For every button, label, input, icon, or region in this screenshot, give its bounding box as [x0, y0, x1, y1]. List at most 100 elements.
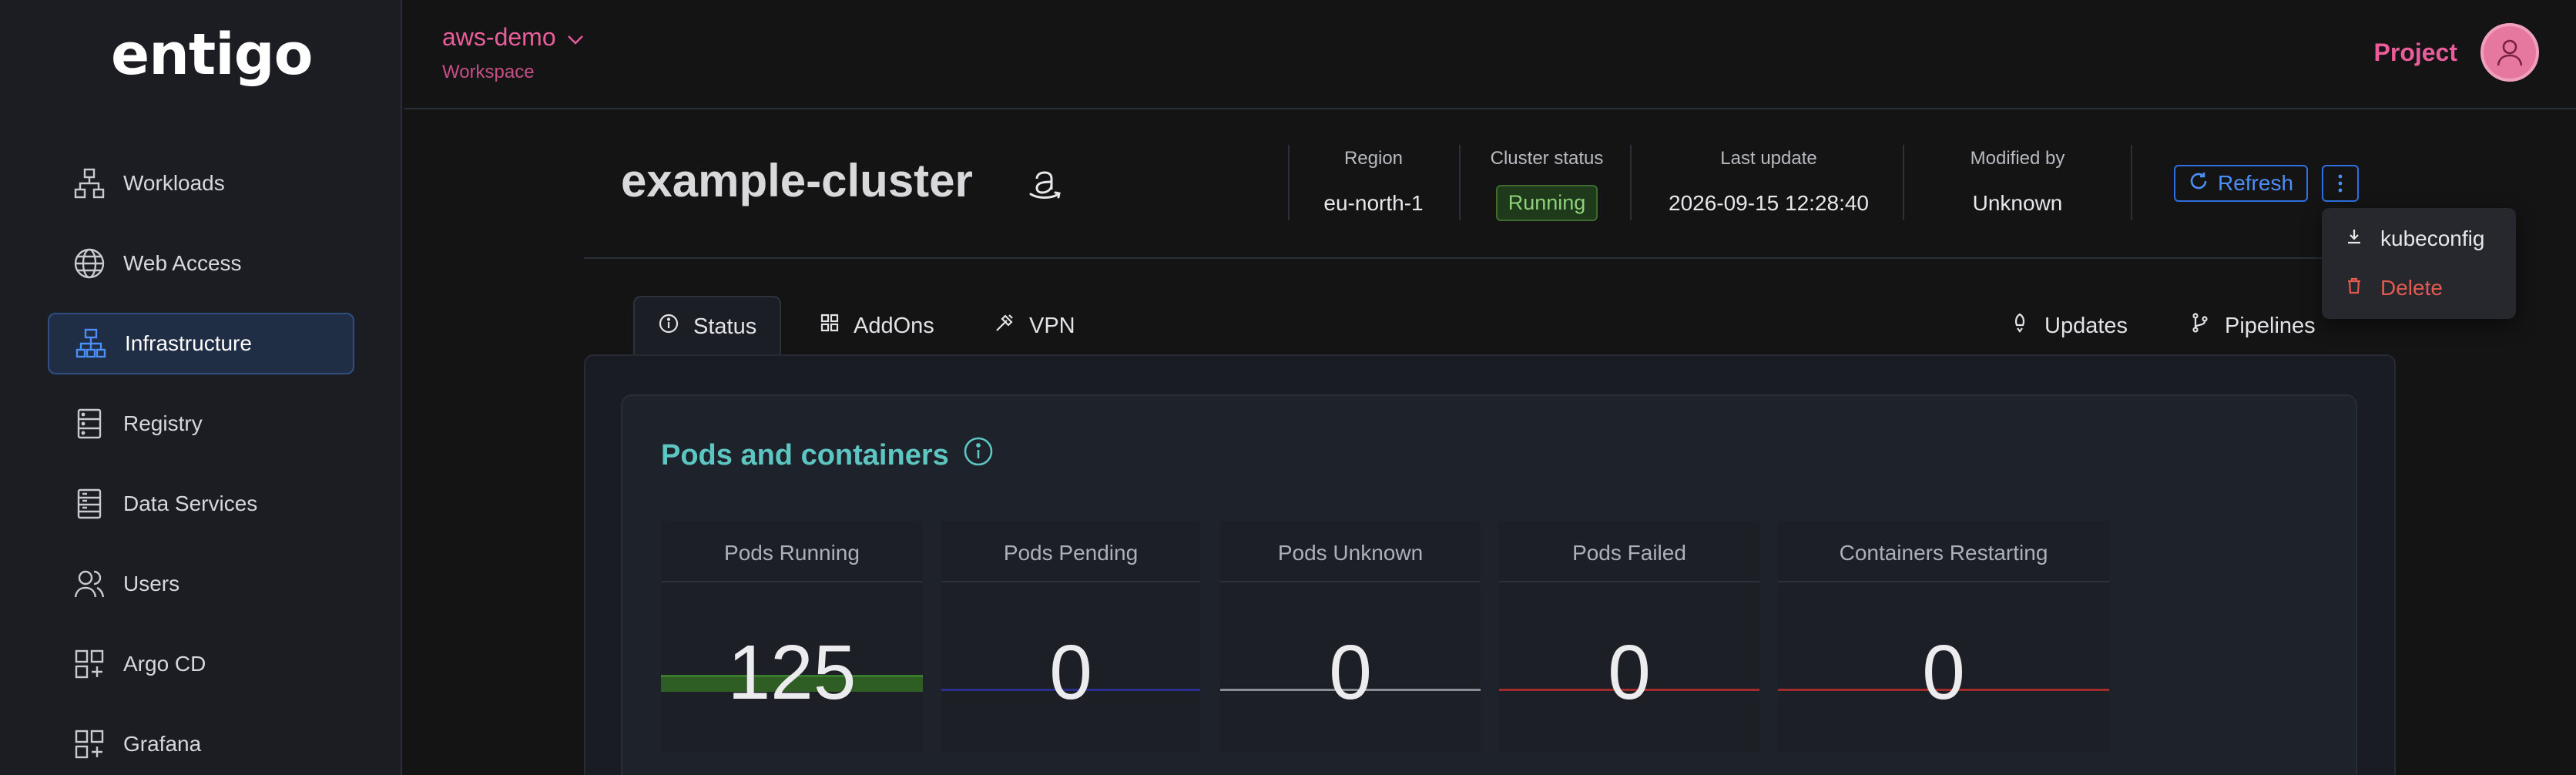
menu-item-kubeconfig[interactable]: kubeconfig [2345, 226, 2484, 251]
sidebar-item-infrastructure[interactable]: Infrastructure [48, 313, 354, 374]
divider [1630, 145, 1632, 220]
stat-label: Pods Failed [1572, 541, 1686, 565]
argo-cd-icon [72, 647, 106, 681]
menu-item-label: Delete [2380, 276, 2443, 300]
divider [1220, 581, 1481, 582]
header-divider [584, 257, 2394, 259]
stat-value: 125 [727, 629, 857, 716]
stat-value: 0 [1329, 629, 1372, 716]
last-update-value: 2026-09-15 12:28:40 [1669, 191, 1869, 215]
sidebar-item-web-access[interactable]: Web Access [48, 233, 354, 294]
grafana-icon [72, 727, 106, 761]
last-update-meta: Last update 2026-09-15 12:28:40 [1645, 148, 1892, 216]
workspace-name: aws-demo [442, 23, 556, 51]
tab-status[interactable]: Status [633, 296, 782, 356]
stat-pods-failed: Pods Failed 0 [1499, 521, 1759, 752]
infrastructure-icon [74, 327, 108, 361]
info-icon [658, 313, 679, 341]
stat-containers-restarting: Containers Restarting 0 [1778, 521, 2109, 752]
stat-label: Pods Running [724, 541, 860, 565]
cluster-status-meta: Cluster status Running [1471, 148, 1622, 221]
menu-item-delete[interactable]: Delete [2345, 276, 2443, 300]
status-badge: Running [1495, 185, 1598, 221]
region-meta: Region eu-north-1 [1305, 148, 1442, 216]
card-title-text: Pods and containers [661, 438, 949, 471]
divider [661, 581, 923, 582]
data-services-icon [72, 487, 106, 521]
sidebar-item-data-services[interactable]: Data Services [48, 473, 354, 535]
tab-label: Updates [2044, 313, 2128, 338]
tab-addons[interactable]: AddOns [820, 296, 934, 356]
sidebar-item-label: Users [123, 572, 180, 596]
stat-pods-running: Pods Running 125 [661, 521, 923, 752]
tab-updates[interactable]: Updates [2009, 296, 2128, 356]
sidebar-item-argo-cd[interactable]: Argo CD [48, 633, 354, 695]
grid-icon [820, 313, 840, 339]
divider [941, 581, 1200, 582]
kebab-icon [2338, 174, 2343, 193]
divider [1499, 581, 1759, 582]
divider [1903, 145, 1904, 220]
stat-label: Pods Pending [1003, 541, 1139, 565]
users-icon [72, 567, 106, 601]
stat-pods-pending: Pods Pending 0 [941, 521, 1200, 752]
menu-item-label: kubeconfig [2380, 226, 2485, 250]
stat-value: 0 [1922, 629, 1965, 716]
project-link[interactable]: Project [2374, 39, 2457, 67]
divider [2131, 145, 2132, 220]
sidebar-item-label: Infrastructure [125, 331, 252, 355]
sidebar-item-registry[interactable]: Registry [48, 393, 354, 455]
sidebar-item-grafana[interactable]: Grafana [48, 713, 354, 775]
tab-label: Pipelines [2225, 313, 2316, 338]
user-icon [2497, 39, 2523, 66]
trash-icon [2345, 276, 2363, 300]
region-label: Region [1343, 148, 1404, 169]
cluster-name: example-cluster [621, 155, 973, 206]
stat-value: 0 [1608, 629, 1651, 716]
sidebar-item-label: Registry [123, 411, 203, 435]
amazon-icon [1025, 162, 1065, 206]
topbar: aws-demo Workspace Project [404, 0, 2576, 109]
workspace-selector[interactable]: aws-demo [442, 23, 584, 52]
cluster-status-label: Cluster status [1490, 148, 1604, 169]
workloads-icon [72, 166, 106, 200]
modified-by-meta: Modified by Unknown [1912, 148, 2123, 216]
sidebar: entigo Workloads Web Access Infrastructu… [0, 0, 402, 775]
tab-label: Status [693, 314, 757, 339]
refresh-icon [2189, 171, 2209, 196]
registry-icon [72, 407, 106, 441]
avatar[interactable] [2480, 23, 2539, 82]
workspace-label: Workspace [442, 62, 535, 82]
stat-pods-unknown: Pods Unknown 0 [1220, 521, 1481, 752]
modified-by-value: Unknown [1972, 191, 2063, 215]
more-options-button[interactable] [2322, 165, 2359, 202]
divider [1288, 145, 1290, 220]
sidebar-item-label: Workloads [123, 171, 225, 195]
more-options-menu: kubeconfig Delete [2322, 208, 2516, 319]
stat-label: Pods Unknown [1277, 541, 1424, 565]
refresh-button[interactable]: Refresh [2174, 165, 2308, 202]
info-icon[interactable] [963, 436, 994, 475]
sidebar-item-users[interactable]: Users [48, 553, 354, 615]
globe-icon [72, 247, 106, 280]
tab-pipelines[interactable]: Pipelines [2189, 296, 2316, 356]
sidebar-item-label: Data Services [123, 492, 258, 515]
tab-vpn[interactable]: VPN [994, 296, 1075, 356]
stat-label: Containers Restarting [1839, 541, 2048, 565]
plug-icon [994, 312, 1015, 340]
last-update-label: Last update [1720, 148, 1817, 169]
region-value: eu-north-1 [1323, 191, 1424, 215]
rocket-icon [2009, 312, 2031, 340]
divider [1459, 145, 1461, 220]
entigo-logo[interactable]: entigo [111, 22, 313, 88]
divider [1778, 581, 2109, 582]
chevron-down-icon [567, 23, 584, 52]
tab-label: VPN [1029, 313, 1075, 338]
stat-value: 0 [1049, 629, 1092, 716]
sidebar-item-label: Web Access [123, 251, 242, 275]
download-icon [2345, 226, 2363, 251]
pods-card-title: Pods and containers [661, 436, 994, 475]
modified-by-label: Modified by [1970, 148, 2065, 169]
sidebar-item-workloads[interactable]: Workloads [48, 153, 354, 214]
tab-label: AddOns [854, 313, 934, 338]
